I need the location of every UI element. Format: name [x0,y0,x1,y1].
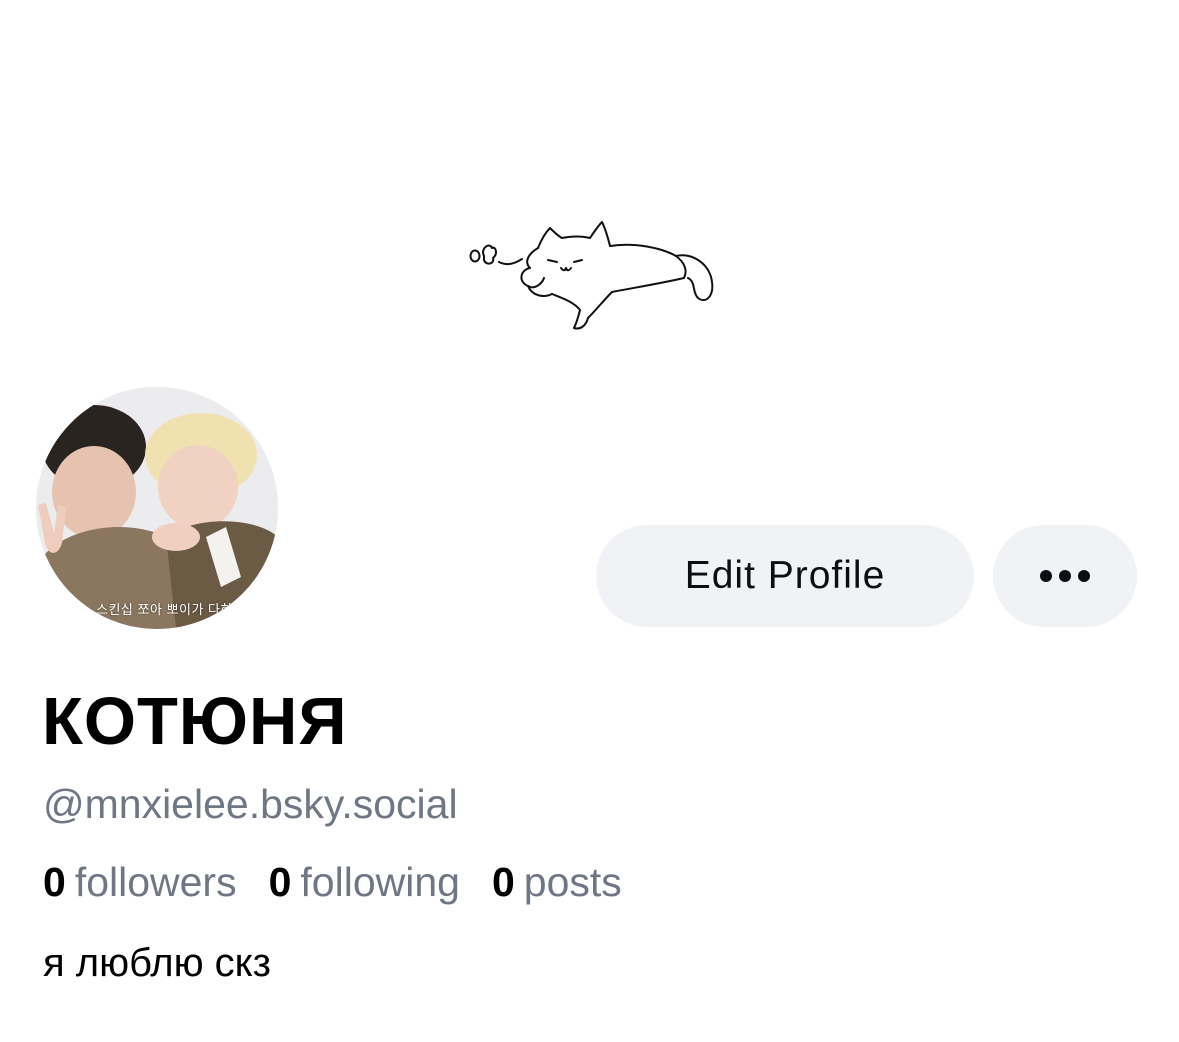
profile-handle: @mnxielee.bsky.social [43,781,458,827]
more-options-button[interactable] [993,525,1137,627]
followers-count: 0 [43,859,66,905]
sleeping-cat-doodle-icon [469,221,714,330]
avatar-photo [36,387,278,629]
display-name: КОТЮНЯ [42,684,348,759]
followers-label: followers [74,859,237,905]
posts-stat: 0 posts [492,862,622,903]
profile-bio: я люблю скз [43,941,271,985]
edit-profile-button[interactable]: Edit Profile [596,525,974,627]
posts-count: 0 [491,859,515,905]
posts-label: posts [523,859,622,905]
following-count: 0 [268,859,292,905]
avatar-caption: 스킨십 쪼아 뽀이가 다하는 거 [96,602,262,617]
profile-avatar[interactable]: 스킨십 쪼아 뽀이가 다하는 거 [36,387,278,629]
following-stat[interactable]: 0 following [269,862,460,903]
following-label: following [300,859,460,905]
more-horizontal-icon [1040,570,1090,582]
followers-stat[interactable]: 0 followers [43,862,237,903]
profile-stats: 0 followers 0 following 0 posts [43,862,654,903]
